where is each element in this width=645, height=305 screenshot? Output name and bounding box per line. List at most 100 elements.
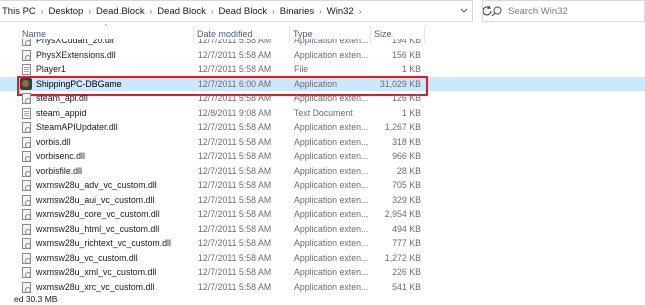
dll-icon xyxy=(22,49,31,61)
file-type: Application exten... xyxy=(294,93,369,103)
search-box[interactable]: Search Win32 xyxy=(482,0,645,22)
file-size: 329 KB xyxy=(392,194,421,205)
file-name: wxmsw28u_xml_vc_custom.dll xyxy=(36,267,157,277)
file-row[interactable]: PhysXExtensions.dll 12/7/2011 5:58 AM Appl… xyxy=(0,48,645,63)
file-size: 1 KB xyxy=(401,64,421,74)
file-row[interactable]: SteamAPIUpdater.dll 12/7/2011 5:58 AM Appl… xyxy=(0,120,645,135)
chevron-right-icon[interactable]: › xyxy=(319,7,322,16)
file-row[interactable]: wxmsw28u_xrc_vc_custom.dll 12/7/2011 5:58… xyxy=(0,280,645,294)
chevron-right-icon[interactable]: › xyxy=(272,7,275,16)
file-type: Application xyxy=(294,78,338,89)
breadcrumb-item[interactable]: Dead Block xyxy=(157,6,206,17)
dll-icon xyxy=(22,194,31,206)
file-name: PhysXCudart_20.dll xyxy=(36,39,114,45)
file-type: Application exten... xyxy=(294,122,369,132)
file-date-modified: 12/7/2011 5:58 AM xyxy=(198,267,272,277)
file-name: wxmsw28u_aui_vc_custom.dll xyxy=(36,194,155,205)
file-size: 1,272 KB xyxy=(384,252,421,263)
search-input[interactable]: Search Win32 xyxy=(508,6,568,17)
file-date-modified: 12/7/2011 5:58 AM xyxy=(198,223,272,234)
dll-icon xyxy=(22,252,31,264)
file-type: Application exten... xyxy=(294,252,369,263)
breadcrumb[interactable]: This PC › Desktop › Dead.Block › Dead Block › De… xyxy=(0,1,456,21)
file-row[interactable]: wxmsw28u_aui_vc_custom.dll 12/7/2011 5:58… xyxy=(0,193,645,208)
file-row[interactable]: wxmsw28u_richtext_vc_custom.dll 12/7/2011… xyxy=(0,236,645,251)
address-bar[interactable]: This PC › Desktop › Dead.Block › Dead Block › De… xyxy=(0,0,473,22)
chevron-down-icon xyxy=(460,8,468,13)
dll-icon xyxy=(22,136,31,148)
dll-icon xyxy=(22,93,31,104)
file-date-modified: 12/7/2011 5:58 AM xyxy=(198,281,272,292)
dll-icon xyxy=(22,238,31,249)
file-size: 156 KB xyxy=(392,49,421,60)
file-date-modified: 12/7/2011 5:58 AM xyxy=(198,238,272,248)
file-type: Application exten... xyxy=(294,165,369,176)
breadcrumb-item[interactable]: Dead Block xyxy=(219,6,268,17)
chevron-right-icon[interactable]: › xyxy=(88,7,91,16)
file-size: 126 KB xyxy=(392,93,421,103)
file-row[interactable]: vorbisenc.dll 12/7/2011 5:58 AM Applicatio… xyxy=(0,149,645,164)
file-type: Application exten... xyxy=(294,238,369,248)
file-size: 2,954 KB xyxy=(384,209,421,219)
dll-icon xyxy=(22,122,31,133)
file-name: vorbisenc.dll xyxy=(36,151,85,161)
sort-ascending-icon: ⌃ xyxy=(103,24,109,31)
file-date-modified: 12/7/2011 5:58 AM xyxy=(198,209,272,219)
dll-icon xyxy=(22,209,31,220)
file-size: 318 KB xyxy=(392,136,421,147)
file-date-modified: 12/7/2011 6:00 AM xyxy=(198,78,272,89)
file-size: 777 KB xyxy=(392,238,421,248)
file-icon xyxy=(22,64,31,75)
file-size: 226 KB xyxy=(392,267,421,277)
file-type: Application exten... xyxy=(294,267,369,277)
file-size: 705 KB xyxy=(392,180,421,190)
file-type: Application exten... xyxy=(294,281,369,292)
file-size: 494 KB xyxy=(392,223,421,234)
file-row[interactable]: wxmsw28u_html_vc_custom.dll 12/7/2011 5:5… xyxy=(0,222,645,237)
file-row[interactable]: vorbisfile.dll 12/7/2011 5:58 AM Applicati… xyxy=(0,164,645,179)
file-date-modified: 12/8/2011 9:08 AM xyxy=(198,107,272,118)
chevron-right-icon[interactable]: › xyxy=(211,7,214,16)
file-row[interactable]: PhysXCudart_20.dll 12/7/2011 5:58 AM Appli… xyxy=(0,39,645,48)
chevron-right-icon[interactable]: › xyxy=(359,7,362,16)
file-name: wxmsw28u_adv_vc_custom.dll xyxy=(36,180,157,190)
file-name: ShippingPC-DBGame xyxy=(36,78,122,89)
breadcrumb-item[interactable]: Binaries xyxy=(280,6,314,17)
file-date-modified: 12/7/2011 5:58 AM xyxy=(198,64,272,74)
file-name: SteamAPIUpdater.dll xyxy=(36,122,118,132)
file-row[interactable]: steam_api.dll 12/7/2011 5:58 AM Applicatio… xyxy=(0,91,645,106)
file-row[interactable]: wxmsw28u_core_vc_custom.dll 12/7/2011 5:5… xyxy=(0,207,645,222)
file-row[interactable]: wxmsw28u_xml_vc_custom.dll 12/7/2011 5:58… xyxy=(0,265,645,280)
dll-icon xyxy=(22,39,31,46)
dll-icon xyxy=(22,267,31,278)
file-date-modified: 12/7/2011 5:58 AM xyxy=(198,122,272,132)
breadcrumb-item[interactable]: This PC xyxy=(2,6,36,17)
file-name: wxmsw28u_vc_custom.dll xyxy=(36,252,138,263)
file-date-modified: 12/7/2011 5:58 AM xyxy=(198,180,272,190)
file-row[interactable]: Player1 12/7/2011 5:58 AM File 1 KB xyxy=(0,62,645,77)
address-history-dropdown[interactable] xyxy=(456,1,472,21)
file-name: steam_api.dll xyxy=(36,93,88,103)
file-date-modified: 12/7/2011 5:58 AM xyxy=(198,49,272,60)
file-row[interactable]: steam_appid 12/8/2011 9:08 AM Text Documen… xyxy=(0,106,645,121)
breadcrumb-item[interactable]: Desktop xyxy=(48,6,83,17)
breadcrumb-item[interactable]: Win32 xyxy=(327,6,354,17)
file-row-selected[interactable]: ShippingPC-DBGame 12/7/2011 6:00 AM Applic… xyxy=(0,75,645,95)
chevron-right-icon[interactable]: › xyxy=(41,7,44,16)
file-name: vorbisfile.dll xyxy=(36,165,82,176)
file-size: 31,029 KB xyxy=(379,78,421,89)
file-size: 966 KB xyxy=(392,151,421,161)
breadcrumb-item[interactable]: Dead.Block xyxy=(96,6,145,17)
chevron-right-icon[interactable]: › xyxy=(150,7,153,16)
text-file-icon xyxy=(22,107,31,119)
file-date-modified: 12/7/2011 5:58 AM xyxy=(198,165,272,176)
file-row[interactable]: wxmsw28u_vc_custom.dll 12/7/2011 5:58 AM A… xyxy=(0,251,645,266)
file-row[interactable]: wxmsw28u_adv_vc_custom.dll 12/7/2011 5:58… xyxy=(0,178,645,193)
file-name: wxmsw28u_xrc_vc_custom.dll xyxy=(36,281,155,292)
file-name: PhysXExtensions.dll xyxy=(36,49,116,60)
file-size: 1 KB xyxy=(401,107,421,118)
file-row[interactable]: vorbis.dll 12/7/2011 5:58 AM Application e… xyxy=(0,135,645,150)
file-date-modified: 12/7/2011 5:58 AM xyxy=(198,93,272,103)
file-size: 28 KB xyxy=(397,165,421,176)
dll-icon xyxy=(22,151,31,162)
